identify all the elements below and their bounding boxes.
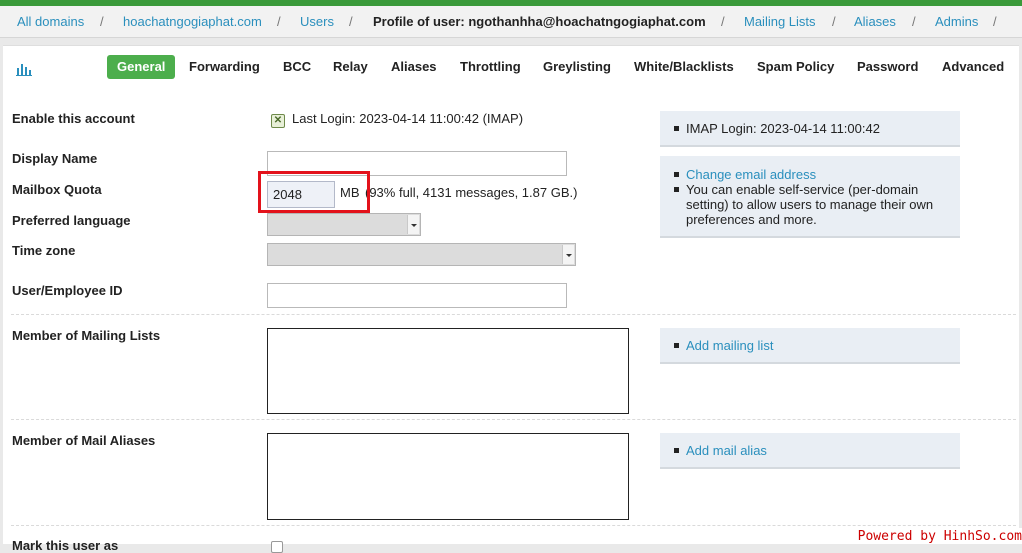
mailbox-quota-label: Mailbox Quota — [12, 182, 102, 197]
bullet-icon — [674, 172, 679, 177]
mailing-lists-box[interactable] — [267, 328, 629, 414]
quota-usage-text: (93% full, 4131 messages, 1.87 GB.) — [365, 185, 578, 200]
preferred-language-select[interactable] — [267, 213, 421, 236]
info-item: Add mailing list — [660, 338, 960, 353]
breadcrumb-domain[interactable]: hoachatngogiaphat.com — [123, 14, 262, 29]
powered-by-credit: Powered by HinhSo.com — [853, 528, 1022, 544]
enabled-toggle-icon[interactable]: ✕ — [271, 114, 285, 128]
breadcrumb-mailing-lists[interactable]: Mailing Lists — [744, 14, 816, 29]
info-item: Add mail alias — [660, 443, 960, 458]
mail-alias-actions-box: Add mail alias — [660, 433, 960, 469]
breadcrumb-separator: / — [832, 14, 836, 29]
tab-forwarding[interactable]: Forwarding — [189, 55, 260, 79]
tab-throttling[interactable]: Throttling — [460, 55, 521, 79]
breadcrumb-separator: / — [721, 14, 725, 29]
bullet-icon — [674, 343, 679, 348]
last-login-text: Last Login: 2023-04-14 11:00:42 (IMAP) — [292, 111, 524, 126]
imap-login-box: IMAP Login: 2023-04-14 11:00:42 — [660, 111, 960, 147]
imap-login-text: IMAP Login: 2023-04-14 11:00:42 — [686, 121, 880, 136]
tab-greylisting[interactable]: Greylisting — [543, 55, 611, 79]
mark-user-checkbox[interactable] — [271, 541, 283, 553]
breadcrumb-profile-title: Profile of user: ngothanhha@hoachatngogi… — [373, 14, 706, 29]
tab-white-blacklists[interactable]: White/Blacklists — [634, 55, 734, 79]
breadcrumb-users[interactable]: Users — [300, 14, 334, 29]
enable-account-label: Enable this account — [12, 111, 135, 126]
tab-bcc[interactable]: BCC — [283, 55, 311, 79]
add-mail-alias-link[interactable]: Add mail alias — [686, 443, 767, 458]
mail-aliases-label: Member of Mail Aliases — [12, 433, 156, 448]
self-service-note: You can enable self-service (per-domain … — [686, 182, 934, 227]
display-name-label: Display Name — [12, 151, 98, 166]
breadcrumb-aliases[interactable]: Aliases — [854, 14, 896, 29]
breadcrumb-admins[interactable]: Admins — [935, 14, 978, 29]
breadcrumb: All domains / hoachatngogiaphat.com / Us… — [0, 6, 1022, 38]
breadcrumb-separator: / — [993, 14, 997, 29]
chevron-down-icon — [407, 215, 419, 234]
employee-id-input[interactable] — [267, 283, 567, 308]
chevron-down-icon — [562, 245, 574, 264]
breadcrumb-all-domains[interactable]: All domains — [17, 14, 84, 29]
tab-advanced[interactable]: Advanced — [942, 55, 1004, 79]
info-item: IMAP Login: 2023-04-14 11:00:42 — [660, 121, 960, 136]
tab-spam-policy[interactable]: Spam Policy — [757, 55, 834, 79]
bullet-icon — [674, 187, 679, 192]
info-item: You can enable self-service (per-domain … — [660, 182, 960, 227]
tab-aliases[interactable]: Aliases — [391, 55, 437, 79]
preferred-language-label: Preferred language — [12, 213, 131, 228]
bullet-icon — [674, 126, 679, 131]
breadcrumb-separator: / — [100, 14, 104, 29]
tab-password[interactable]: Password — [857, 55, 918, 79]
time-zone-label: Time zone — [12, 243, 76, 258]
breadcrumb-separator: / — [277, 14, 281, 29]
bullet-icon — [674, 448, 679, 453]
info-item: Change email address — [660, 167, 960, 182]
add-mailing-list-link[interactable]: Add mailing list — [686, 338, 773, 353]
profile-panel: General Forwarding BCC Relay Aliases Thr… — [3, 45, 1019, 553]
change-email-link[interactable]: Change email address — [686, 167, 816, 182]
employee-id-label: User/Employee ID — [12, 283, 123, 298]
bar-chart-icon[interactable] — [15, 61, 33, 76]
tab-general[interactable]: General — [107, 55, 176, 79]
breadcrumb-separator: / — [349, 14, 353, 29]
mailing-lists-label: Member of Mailing Lists — [12, 328, 161, 343]
section-divider — [11, 525, 1016, 526]
mailing-list-actions-box: Add mailing list — [660, 328, 960, 364]
quota-highlight-box — [258, 171, 370, 213]
account-actions-box: Change email address You can enable self… — [660, 156, 960, 238]
tab-relay[interactable]: Relay — [333, 55, 368, 79]
breadcrumb-separator: / — [912, 14, 916, 29]
section-divider — [11, 314, 1016, 315]
time-zone-select[interactable] — [267, 243, 576, 266]
mail-aliases-box[interactable] — [267, 433, 629, 520]
tab-bar: General Forwarding BCC Relay Aliases Thr… — [3, 46, 1019, 90]
mark-user-label: Mark this user as — [12, 538, 119, 553]
section-divider — [11, 419, 1016, 420]
